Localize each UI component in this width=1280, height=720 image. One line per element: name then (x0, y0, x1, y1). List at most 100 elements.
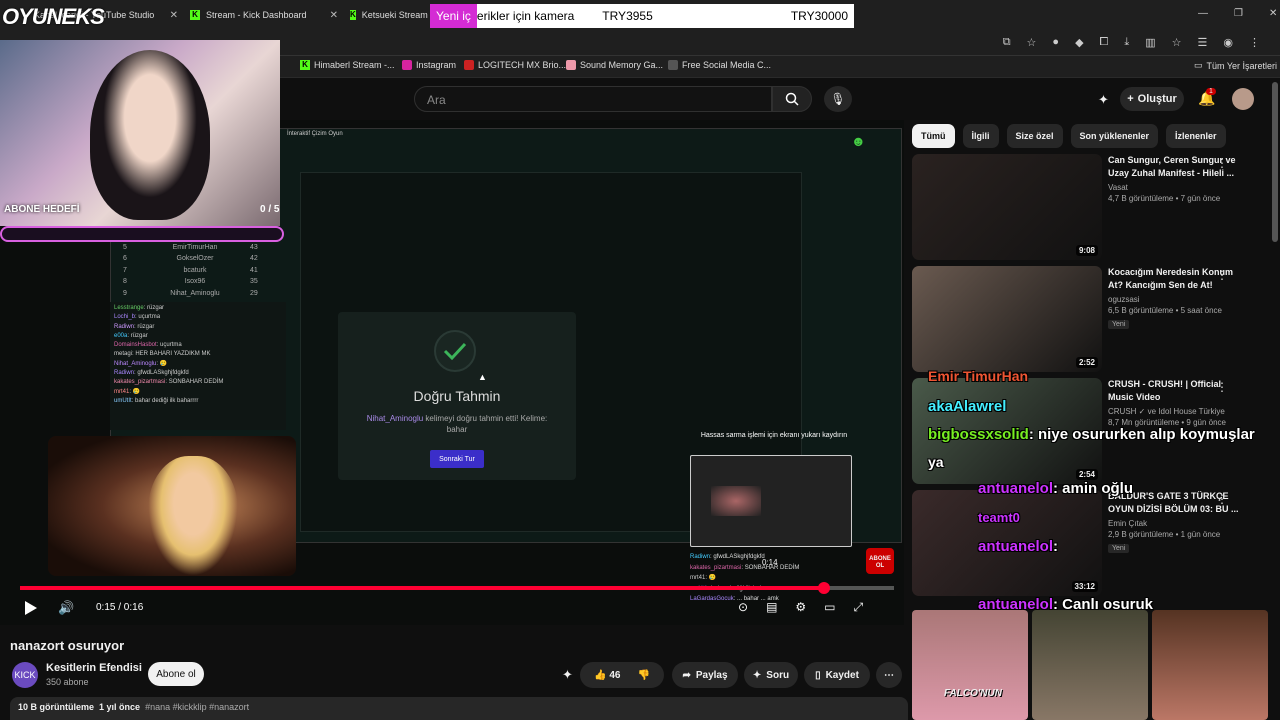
chip-3[interactable]: Son yüklenenler (1070, 124, 1159, 148)
avatar[interactable] (1232, 88, 1254, 110)
recommendation-channel[interactable]: oguzsasi (1108, 295, 1242, 304)
thumbnail[interactable] (912, 610, 1028, 720)
save-label: Kaydet (825, 669, 859, 681)
download-icon[interactable]: ⤓ (1124, 36, 1129, 49)
star-icon[interactable]: ☆ (1027, 36, 1037, 49)
recommendation-stats: 2,9 B görüntüleme • 1 gün önce (1108, 530, 1221, 539)
more-icon[interactable]: ⋮ (1216, 156, 1228, 170)
play-icon (25, 601, 37, 615)
bookmark-label: Sound Memory Ga... (580, 60, 664, 70)
notification-badge: 1 (1206, 88, 1216, 95)
bookmark-social-media[interactable]: Free Social Media C... (668, 60, 771, 70)
play-button[interactable] (24, 600, 38, 619)
chip-1[interactable]: İlgili (962, 124, 999, 148)
voice-search-button[interactable]: 🎙 (824, 86, 852, 112)
rank: 9 (123, 289, 127, 297)
recommendation-item[interactable]: 33:12 BALDUR'S GATE 3 TÜRKÇE OYUN DİZİSİ … (912, 490, 1252, 596)
volume-icon[interactable]: 🔊 (58, 600, 74, 616)
thumbnail[interactable] (1032, 610, 1148, 720)
recommendation-item[interactable]: 2:52 Kocacığım Neredesin Konum At? Kancığ… (912, 266, 1252, 372)
extension-icon-2[interactable]: ◆ (1075, 36, 1083, 49)
more-icon[interactable]: ⋮ (1216, 380, 1228, 394)
score: 43 (250, 243, 258, 251)
thumbnail[interactable]: 33:12 (912, 490, 1102, 596)
bookmark-sound-memory[interactable]: Sound Memory Ga... (566, 60, 663, 70)
description-box[interactable]: 10 B görüntüleme 1 yıl önce #nana #kickk… (10, 697, 908, 720)
install-icon[interactable]: ⧉ (1003, 36, 1011, 49)
scrubber-handle[interactable] (818, 582, 831, 594)
chat-text: : SONBAHAR DEDİM (165, 379, 224, 386)
more-icon[interactable]: ⋮ (1216, 268, 1228, 282)
sidebar-icon[interactable]: ▥ (1145, 36, 1155, 49)
search-button[interactable] (772, 86, 812, 112)
subscribe-button[interactable]: Abone ol (148, 662, 204, 686)
recommendation-item[interactable]: 2:54 CRUSH - CRUSH! | Official Music Vide… (912, 378, 1252, 484)
chip-2[interactable]: Size özel (1006, 124, 1063, 148)
create-label: Oluştur (1137, 93, 1177, 105)
sparkle-icon[interactable]: ✦ (562, 667, 573, 683)
close-window-icon[interactable]: ✕ (1269, 8, 1277, 19)
maximize-icon[interactable]: ❐ (1234, 8, 1243, 19)
autoplay-toggle[interactable]: ⊙ (738, 600, 748, 615)
menu-icon[interactable]: ⋮ (1249, 36, 1260, 49)
chip-4[interactable]: İzlenenler (1166, 124, 1226, 148)
recommendation-channel[interactable]: Emin Çıtak (1108, 519, 1242, 528)
reading-list-icon[interactable]: ☰ (1198, 36, 1208, 49)
chat-text: : HER BAHARI YAZDIKM MK (132, 351, 211, 358)
thumbnail[interactable] (1152, 610, 1268, 720)
upload-age: 1 yıl önce (99, 702, 141, 712)
more-icon[interactable]: ⋮ (1216, 492, 1228, 506)
like-count: 46 (609, 669, 621, 681)
recommendation-channel[interactable]: CRUSH ✓ ve Idol House Türkiye (1108, 407, 1242, 416)
all-bookmarks[interactable]: ▭ Tüm Yer İşaretleri (1194, 60, 1277, 71)
channel-name[interactable]: Kesitlerin Efendisi (46, 662, 142, 674)
plus-icon: + (1127, 93, 1134, 105)
subtitles-icon[interactable]: ▤ (766, 600, 777, 615)
create-button[interactable]: + Oluştur (1120, 87, 1184, 111)
bookmark-logitech[interactable]: LOGITECH MX Brio... (464, 60, 566, 70)
save-button[interactable]: ▯ Kaydet (804, 662, 870, 688)
theater-icon[interactable]: ▭ (824, 600, 835, 615)
profile-icon[interactable]: ◉ (1223, 36, 1233, 49)
thumbnail[interactable]: 9:08 (912, 154, 1102, 260)
favorites-icon[interactable]: ☆ (1172, 36, 1182, 49)
bookmark-himaberl[interactable]: K Himaberl Stream -... (300, 60, 395, 70)
search-input[interactable]: Ara (414, 86, 772, 112)
guesser-name: Nihat_Aminoglu (366, 414, 424, 423)
like-button[interactable]: 👍 46 (594, 670, 620, 681)
bookmark-instagram[interactable]: Instagram (402, 60, 456, 70)
chat-message: e00a: rüzgar (114, 332, 282, 341)
tab-ketsueki-stream[interactable]: K Ketsueki Stream - (350, 4, 430, 26)
vimeo-icon (668, 60, 678, 70)
pip-hint: Hassas sarma işlemi için ekranı yukarı k… (700, 432, 848, 439)
thumbnail[interactable]: 2:54 (912, 378, 1102, 484)
chat-message: Radiwn: gfwdLASkghjfdgkfd (114, 369, 282, 378)
thumbnail[interactable]: 2:52 (912, 266, 1102, 372)
tab-kick-dashboard[interactable]: K Stream - Kick Dashboard ✕ (190, 4, 338, 26)
chip-0[interactable]: Tümü (912, 124, 955, 148)
fullscreen-icon[interactable]: ⤢ (854, 600, 864, 615)
check-icon (434, 330, 476, 372)
cast-icon[interactable]: ✦ (1098, 92, 1109, 108)
result-message: kelimeyi doğru tahmin etti! Kelime: baha… (423, 414, 548, 434)
channel-avatar[interactable]: KICK (12, 662, 38, 688)
recommendation-channel[interactable]: Vasat (1108, 183, 1242, 192)
game-icon (566, 60, 576, 70)
more-actions-button[interactable]: ⋯ (876, 662, 902, 688)
scrollbar[interactable] (1272, 82, 1278, 242)
score: 41 (250, 266, 258, 274)
promo-banner: Yeni iç erikler için kamera TRY3955 TRY3… (430, 4, 854, 28)
score: 35 (250, 278, 258, 285)
share-button[interactable]: ➦ Paylaş (672, 662, 738, 688)
ask-button[interactable]: ✦ Soru (744, 662, 798, 688)
banner-code-1: TRY3955 (602, 9, 653, 23)
minimize-icon[interactable]: — (1198, 8, 1208, 19)
settings-icon[interactable]: ⚙ (795, 600, 806, 615)
recommendation-item[interactable]: 9:08 Can Sungur, Ceren Sungur ve Uzay Zuh… (912, 154, 1252, 260)
close-icon[interactable]: ✕ (330, 10, 338, 21)
dislike-button[interactable]: 👎 (637, 670, 649, 681)
extension-icon[interactable]: ● (1052, 36, 1059, 49)
puzzle-icon[interactable]: ⧠ (1100, 36, 1109, 49)
close-icon[interactable]: ✕ (170, 10, 178, 21)
chat-text: : rüzgar (134, 323, 155, 330)
